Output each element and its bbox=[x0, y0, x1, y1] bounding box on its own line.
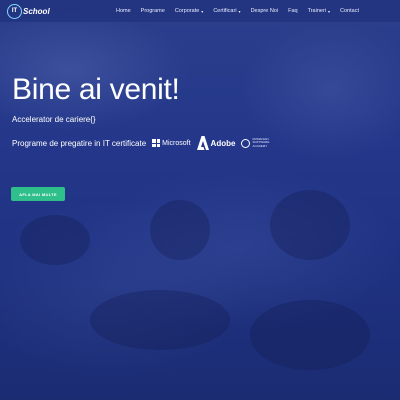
adobe-icon bbox=[196, 136, 209, 150]
nav-item-programe[interactable]: Programe bbox=[136, 8, 170, 14]
programs-text: Programe de pregatire in IT certificate bbox=[12, 138, 147, 148]
nav-item-label: Programe bbox=[140, 8, 165, 14]
top-navbar: IT School Home Programe Corporate ▾ Cert… bbox=[0, 0, 400, 22]
main-menu: Home Programe Corporate ▾ Certificari ▾ … bbox=[111, 0, 364, 22]
nav-item-label: Faq bbox=[288, 8, 298, 14]
programs-line: Programe de pregatire in IT certificate … bbox=[12, 134, 278, 152]
hero-title: Bine ai venit! bbox=[12, 73, 180, 106]
itschool-logo[interactable]: IT School bbox=[7, 3, 50, 19]
hero-subtitle: Accelerator de cariere{} bbox=[12, 115, 96, 124]
logo-ring-icon: IT bbox=[7, 3, 22, 19]
chevron-down-icon: ▾ bbox=[328, 8, 331, 14]
microsoft-logo: Microsoft bbox=[152, 139, 191, 147]
microsoft-windows-icon bbox=[152, 139, 161, 147]
chevron-down-icon: ▾ bbox=[201, 8, 204, 14]
partner-logo: ROMANIAN SOFTWARE ACADEMY bbox=[241, 136, 278, 149]
nav-item-traineri[interactable]: Traineri ▾ bbox=[303, 8, 335, 14]
partner-label: ROMANIAN SOFTWARE ACADEMY bbox=[252, 136, 270, 148]
nav-item-certificari[interactable]: Certificari ▾ bbox=[208, 8, 245, 14]
partner-emblem-icon bbox=[241, 138, 251, 148]
nav-item-label: Despre Noi bbox=[250, 8, 279, 14]
nav-item-contact[interactable]: Contact bbox=[335, 8, 364, 14]
background-person-silhouette bbox=[20, 215, 90, 265]
learn-more-button[interactable]: AFLA MAI MULTE bbox=[11, 187, 65, 201]
nav-item-label: Certificari bbox=[213, 8, 237, 14]
nav-item-label: Home bbox=[116, 8, 131, 14]
nav-item-label: Contact bbox=[340, 8, 359, 14]
adobe-label: Adobe bbox=[210, 138, 236, 148]
nav-item-despre-noi[interactable]: Despre Noi bbox=[246, 8, 284, 14]
background-person-silhouette bbox=[270, 190, 350, 260]
chevron-down-icon: ▾ bbox=[238, 8, 241, 14]
nav-item-faq[interactable]: Faq bbox=[283, 8, 302, 14]
nav-item-label: Traineri bbox=[307, 8, 327, 14]
background-person-silhouette bbox=[150, 200, 210, 260]
nav-item-corporate[interactable]: Corporate ▾ bbox=[170, 8, 208, 14]
logo-mark: IT bbox=[11, 8, 18, 14]
background-desk-silhouette bbox=[250, 300, 370, 370]
adobe-logo: Adobe bbox=[196, 136, 236, 150]
nav-item-home[interactable]: Home bbox=[111, 8, 136, 14]
microsoft-label: Microsoft bbox=[162, 139, 191, 147]
logo-text: School bbox=[23, 6, 50, 16]
background-desk-silhouette bbox=[90, 290, 230, 350]
nav-item-label: Corporate bbox=[174, 8, 200, 14]
